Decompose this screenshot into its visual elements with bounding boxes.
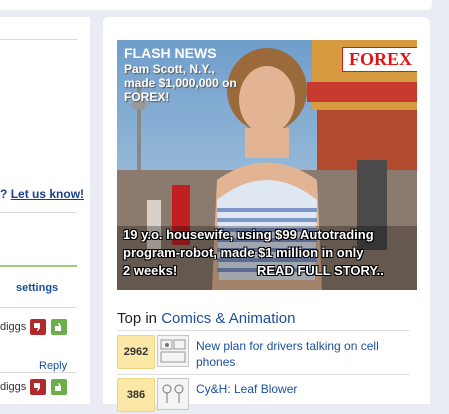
divider: [117, 374, 410, 375]
digg-button[interactable]: [51, 379, 67, 395]
comments-column: ? Let us know! settings diggs Reply digg…: [0, 17, 90, 404]
bury-button[interactable]: [30, 319, 46, 335]
comment-vote-row: diggs: [0, 319, 90, 337]
divider: [0, 212, 77, 213]
story-thumbnail[interactable]: [157, 378, 189, 410]
bury-button[interactable]: [30, 379, 46, 395]
divider: [0, 372, 77, 373]
comic-thumbnail-icon: [162, 384, 184, 403]
sidebar: FLASH NEWS Pam Scott, N.Y., made $1,000,…: [103, 17, 430, 412]
story-title[interactable]: New plan for drivers talking on cell pho…: [196, 338, 401, 370]
diggs-label: diggs: [0, 321, 27, 333]
story-title[interactable]: Cy&H: Leaf Blower: [196, 381, 401, 397]
settings-link[interactable]: settings: [16, 282, 58, 294]
ad-brand-logo: FOREX: [342, 47, 417, 72]
let-us-know-link[interactable]: Let us know!: [11, 187, 84, 201]
divider: [117, 330, 410, 331]
thumbs-up-icon: [55, 383, 61, 391]
diggs-label: diggs: [0, 381, 27, 393]
reply-link[interactable]: Reply: [39, 360, 67, 372]
thumbs-down-icon: [34, 323, 40, 331]
comic-thumbnail-icon: [160, 339, 186, 363]
ad-banner-line: 19 y.o. housewife, using $99 Autotrading: [123, 227, 374, 242]
divider: [0, 39, 77, 40]
top-panel-edge: [0, 0, 432, 10]
ad-read-more: READ FULL STORY..: [257, 263, 384, 278]
top-stories-heading: Top in Comics & Animation: [117, 310, 295, 327]
comment-vote-row: diggs: [0, 379, 90, 397]
divider: [0, 307, 77, 308]
thumbs-down-icon: [34, 383, 40, 391]
digg-count[interactable]: 2962: [117, 335, 155, 369]
ad-subline: Pam Scott, N.Y., made $1,000,000 on FORE…: [124, 62, 237, 104]
ad-banner-line: program-robot, made $1 million in only: [123, 245, 364, 260]
section-divider: [0, 265, 77, 267]
feedback-prompt: ? Let us know!: [0, 187, 84, 201]
category-link[interactable]: Comics & Animation: [161, 310, 295, 327]
heading-prefix: Top in: [117, 310, 158, 327]
digg-button[interactable]: [51, 319, 67, 335]
thumbs-up-icon: [55, 323, 61, 331]
digg-count[interactable]: 386: [117, 378, 155, 412]
forex-ad-banner[interactable]: FLASH NEWS Pam Scott, N.Y., made $1,000,…: [117, 40, 417, 290]
story-thumbnail[interactable]: [157, 335, 189, 367]
ad-banner-line: 2 weeks!: [123, 263, 178, 278]
ad-headline: FLASH NEWS: [124, 45, 217, 61]
feedback-prefix: ?: [0, 187, 8, 201]
